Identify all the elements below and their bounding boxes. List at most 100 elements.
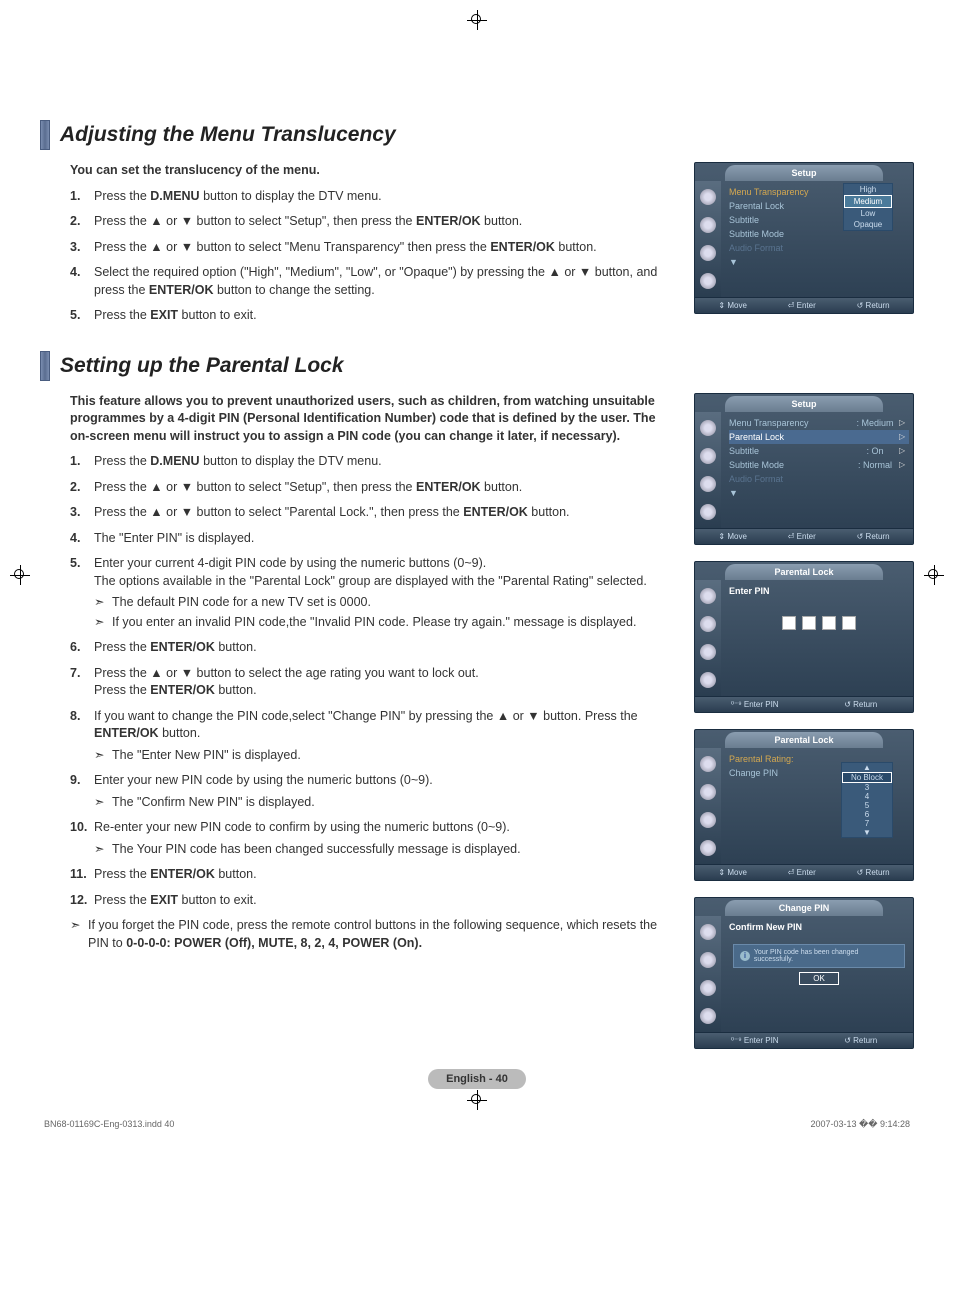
step-text: Press the EXIT button to exit. [94, 307, 674, 325]
chevron-right-icon: ▷ [899, 460, 909, 469]
step-item: 6.Press the ENTER/OK button. [70, 639, 674, 657]
note-item: ➣The "Enter New PIN" is displayed. [94, 747, 674, 765]
step-text: Press the ▲ or ▼ button to select "Setup… [94, 479, 674, 497]
tv-row-label: Audio Format [729, 243, 909, 253]
success-message-text: Your PIN code has been changed successfu… [754, 949, 898, 963]
rating-option[interactable]: No Block [842, 772, 892, 783]
dropdown-option[interactable]: Low [844, 208, 892, 219]
step-item: 4.The "Enter PIN" is displayed. [70, 530, 674, 548]
tv-menu-parental-rating: Parental Lock Parental Rating:Change PIN… [694, 729, 914, 881]
step-number: 5. [70, 555, 94, 631]
tv-footer-item: ⇕ Move [718, 301, 747, 310]
step-item: 1.Press the D.MENU button to display the… [70, 188, 674, 206]
step-number: 5. [70, 307, 94, 325]
tv-menu-row[interactable]: Menu Transparency: Medium▷ [729, 416, 909, 430]
registration-mark-right [924, 565, 944, 585]
step-text: Press the ENTER/OK button. [94, 639, 674, 657]
tv-menu-title: Parental Lock [725, 732, 883, 748]
step-number: 9. [70, 772, 94, 811]
final-note-text: If you forget the PIN code, press the re… [88, 917, 674, 952]
step-number: 12. [70, 892, 94, 910]
rating-option[interactable]: 4 [842, 792, 892, 801]
rating-dropdown[interactable]: ▲No Block34567▼ [841, 762, 893, 838]
tv-sidebar-icons [695, 181, 721, 297]
step-text: Press the ▲ or ▼ button to select "Setup… [94, 213, 674, 231]
tv-menu-row[interactable]: Subtitle: On▷ [729, 444, 909, 458]
tv-menu-row[interactable]: ▼ [729, 486, 909, 500]
tv-menu-enter-pin: Parental Lock Enter PIN ⁰⁻⁹ Enter PIN ↺ R… [694, 561, 914, 713]
scroll-down-icon[interactable]: ▼ [842, 828, 892, 837]
step-item: 9.Enter your new PIN code by using the n… [70, 772, 674, 811]
rating-option[interactable]: 7 [842, 819, 892, 828]
note-item: ➣The default PIN code for a new TV set i… [94, 594, 674, 612]
step-text: Press the ENTER/OK button. [94, 866, 674, 884]
registration-mark-top [467, 10, 487, 30]
section-1-heading: Adjusting the Menu Translucency [60, 123, 396, 147]
translucency-dropdown[interactable]: HighMediumLowOpaque [843, 183, 893, 231]
title-bar-icon [40, 351, 50, 381]
tv-footer: ⁰⁻⁹ Enter PIN↺ Return [695, 1032, 913, 1048]
tv-footer-item: ⇕ Move [718, 532, 747, 541]
step-text: Press the EXIT button to exit. [94, 892, 674, 910]
step-number: 4. [70, 530, 94, 548]
tv-footer-item: ⁰⁻⁹ Enter PIN [731, 700, 779, 709]
dropdown-option[interactable]: Medium [844, 195, 892, 208]
tv-footer-item: ↺ Return [844, 700, 877, 709]
title-bar-icon [40, 120, 50, 150]
ok-button[interactable]: OK [799, 972, 839, 985]
section-1-intro: You can set the translucency of the menu… [70, 162, 674, 180]
tv-footer-item: ↺ Return [857, 532, 890, 541]
step-item: 3.Press the ▲ or ▼ button to select "Men… [70, 239, 674, 257]
tv-footer-item: ↺ Return [857, 301, 890, 310]
tv-footer: ⇕ Move⏎ Enter↺ Return [695, 864, 913, 880]
tv-menu-row[interactable]: ▼ [729, 255, 909, 269]
step-item: 4.Select the required option ("High", "M… [70, 264, 674, 299]
note-text: The Your PIN code has been changed succe… [112, 841, 521, 859]
section-2-title: Setting up the Parental Lock [40, 351, 914, 381]
dropdown-option[interactable]: High [844, 184, 892, 195]
note-text: The "Enter New PIN" is displayed. [112, 747, 301, 765]
tv-sidebar-icons [695, 916, 721, 1032]
confirm-pin-prompt: Confirm New PIN [729, 922, 909, 932]
rating-option[interactable]: 5 [842, 801, 892, 810]
tv-sidebar-icons [695, 412, 721, 528]
note-arrow-icon: ➣ [94, 841, 112, 859]
step-item: 8.If you want to change the PIN code,sel… [70, 708, 674, 765]
tv-menu-row[interactable]: Audio Format [729, 241, 909, 255]
tv-menu-row[interactable]: Parental Lock▷ [729, 430, 909, 444]
final-note: ➣ If you forget the PIN code, press the … [70, 917, 674, 952]
tv-menu-row[interactable]: Subtitle Mode: Normal▷ [729, 458, 909, 472]
step-number: 10. [70, 819, 94, 858]
scroll-up-icon[interactable]: ▲ [842, 763, 892, 772]
step-item: 2.Press the ▲ or ▼ button to select "Set… [70, 213, 674, 231]
step-item: 1.Press the D.MENU button to display the… [70, 453, 674, 471]
tv-menu-setup-parental: Setup Menu Transparency: Medium▷Parental… [694, 393, 914, 545]
document-footer: BN68-01169C-Eng-0313.indd 40 2007-03-13 … [40, 1119, 914, 1130]
tv-menu-title: Parental Lock [725, 564, 883, 580]
step-text: Press the ▲ or ▼ button to select "Menu … [94, 239, 674, 257]
step-item: 2.Press the ▲ or ▼ button to select "Set… [70, 479, 674, 497]
doc-footer-left: BN68-01169C-Eng-0313.indd 40 [44, 1119, 174, 1130]
step-number: 7. [70, 665, 94, 700]
rating-option[interactable]: 6 [842, 810, 892, 819]
note-arrow-icon: ➣ [94, 747, 112, 765]
note-item: ➣If you enter an invalid PIN code,the "I… [94, 614, 674, 632]
chevron-right-icon: ▷ [899, 418, 909, 427]
note-item: ➣The "Confirm New PIN" is displayed. [94, 794, 674, 812]
note-arrow-icon: ➣ [94, 614, 112, 632]
step-number: 4. [70, 264, 94, 299]
step-number: 3. [70, 239, 94, 257]
tv-menu-title: Change PIN [725, 900, 883, 916]
dropdown-option[interactable]: Opaque [844, 219, 892, 230]
step-text: Press the ▲ or ▼ button to select the ag… [94, 665, 674, 700]
pin-input-boxes[interactable] [729, 616, 909, 630]
pin-prompt: Enter PIN [729, 586, 909, 596]
step-number: 2. [70, 213, 94, 231]
doc-footer-right: 2007-03-13 �� 9:14:28 [810, 1119, 910, 1130]
step-item: 11.Press the ENTER/OK button. [70, 866, 674, 884]
rating-option[interactable]: 3 [842, 783, 892, 792]
step-text: Press the D.MENU button to display the D… [94, 188, 674, 206]
step-item: 3.Press the ▲ or ▼ button to select "Par… [70, 504, 674, 522]
step-text: Select the required option ("High", "Med… [94, 264, 674, 299]
tv-menu-row[interactable]: Audio Format [729, 472, 909, 486]
